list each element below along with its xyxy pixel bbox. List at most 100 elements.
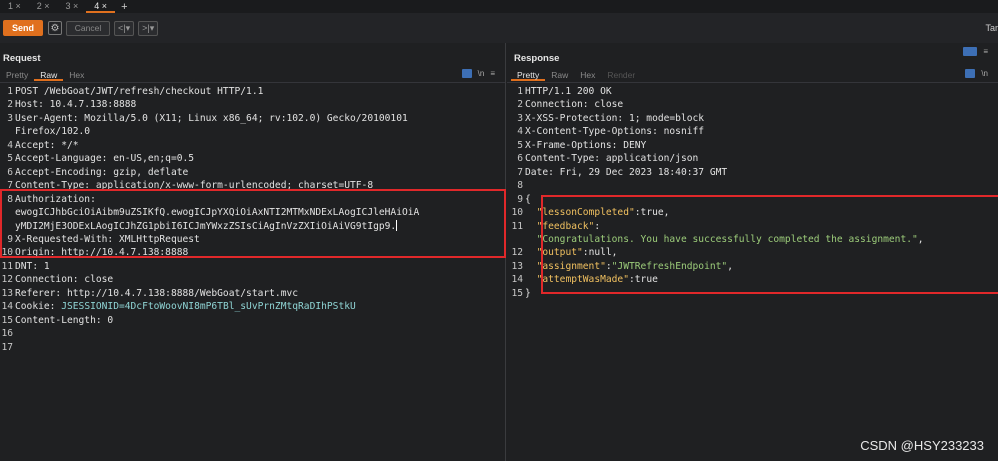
request-line: 10 Origin: http://10.4.7.138:8888 xyxy=(0,246,505,259)
response-line: 15} xyxy=(510,287,998,300)
request-line: 4 Accept: */* xyxy=(0,139,505,152)
line-number: 12 xyxy=(1,274,13,286)
line-number xyxy=(0,220,15,233)
response-tab-raw[interactable]: Raw xyxy=(545,69,574,81)
request-line: Firefox/102.0 xyxy=(0,125,505,138)
request-view-options: \n ≡ xyxy=(461,69,495,78)
repeater-tab-2[interactable]: 2 × xyxy=(29,0,58,13)
layout-split-icon[interactable] xyxy=(963,47,978,56)
line-text: Authorization: xyxy=(15,193,96,205)
layout-list-icon[interactable]: ≡ xyxy=(983,47,988,56)
line-text: Content-Length: 0 xyxy=(15,314,114,326)
line-number: 11 xyxy=(511,220,523,232)
line-number: 7 xyxy=(517,166,523,178)
json-comma: , xyxy=(663,207,670,219)
response-line: 4 X-Content-Type-Options: nosniff xyxy=(510,125,998,138)
send-button[interactable]: Send xyxy=(3,20,43,36)
line-number xyxy=(0,125,15,138)
forward-button[interactable]: >|▾ xyxy=(138,20,159,36)
watermark: CSDN @HSY233233 xyxy=(860,438,984,453)
wrap-toggle-icon[interactable] xyxy=(965,69,976,78)
line-text: Content-Type: application/json xyxy=(525,153,699,165)
line-text: Cookie: xyxy=(15,301,62,313)
json-key: "feedback" xyxy=(536,220,595,232)
line-number: 2 xyxy=(7,99,13,111)
request-line: 8 Authorization: xyxy=(0,193,505,206)
line-number: 1 xyxy=(517,86,523,97)
repeater-tab-1[interactable]: 1 × xyxy=(0,0,29,13)
line-text: Host: 10.4.7.138:8888 xyxy=(15,99,137,111)
json-value: "JWTRefreshEndpoint" xyxy=(611,260,728,272)
json-colon: : xyxy=(594,220,601,232)
response-tab-render[interactable]: Render xyxy=(601,69,641,81)
cancel-button[interactable]: Cancel xyxy=(66,20,110,36)
request-line: 16 xyxy=(0,327,505,340)
repeater-tab-4[interactable]: 4 × xyxy=(86,0,116,13)
json-line: 12 "output": null, xyxy=(510,246,998,259)
request-title: Request xyxy=(3,53,41,64)
divider xyxy=(0,82,505,83)
response-line: 1 HTTP/1.1 200 OK xyxy=(510,85,998,98)
response-line: 9{ xyxy=(510,193,998,206)
line-text: Firefox/102.0 xyxy=(15,126,91,138)
line-text: Accept: */* xyxy=(15,139,79,151)
gear-icon[interactable]: ⚙ xyxy=(48,21,62,35)
line-text: Accept-Language: en-US,en;q=0.5 xyxy=(15,153,195,165)
line-number: 10 xyxy=(1,247,13,259)
line-number: 14 xyxy=(1,301,13,313)
response-tab-pretty[interactable]: Pretty xyxy=(511,69,546,81)
target-label[interactable]: Tar xyxy=(985,23,998,33)
line-text: yMDI2MjE3ODExLAogICJhZG1pbiI6ICJmYWxzZSI… xyxy=(15,220,397,232)
response-title: Response xyxy=(514,53,560,64)
line-text: Referer: http://10.4.7.138:8888/WebGoat/… xyxy=(15,287,299,299)
request-line: 3 User-Agent: Mozilla/5.0 (X11; Linux x86… xyxy=(0,112,505,125)
request-editor[interactable]: 1 POST /WebGoat/JWT/refresh/checkout HTTP… xyxy=(0,85,505,354)
layout-options: ≡ xyxy=(963,47,988,56)
line-text: { xyxy=(525,193,531,205)
request-tab-hex[interactable]: Hex xyxy=(63,69,90,81)
new-tab-button[interactable]: + xyxy=(115,1,133,13)
newline-toggle-icon[interactable]: \n xyxy=(981,69,988,78)
back-button[interactable]: <|▾ xyxy=(114,20,135,36)
line-text: Origin: http://10.4.7.138:8888 xyxy=(15,247,189,259)
wrap-toggle-icon[interactable] xyxy=(461,69,472,78)
request-tab-pretty[interactable]: Pretty xyxy=(0,69,34,81)
line-text: X-XSS-Protection: 1; mode=block xyxy=(525,112,705,124)
response-pane: Response Pretty Raw Hex Render ≡ \n 1 HTT… xyxy=(507,43,998,461)
line-number: 4 xyxy=(7,139,13,151)
line-number: 3 xyxy=(517,112,523,124)
line-number: 10 xyxy=(511,207,523,219)
cookie-value: JSESSIONID=4DcFtoWoovNI8mP6TBl_sUvPrnZMt… xyxy=(61,301,356,313)
line-number xyxy=(510,233,525,246)
line-text: User-Agent: Mozilla/5.0 (X11; Linux x86_… xyxy=(15,112,408,124)
json-line: 11 "feedback": xyxy=(510,220,998,233)
newline-toggle-icon[interactable]: \n xyxy=(478,69,485,78)
request-tab-raw[interactable]: Raw xyxy=(34,69,64,81)
line-number: 17 xyxy=(1,341,13,353)
line-number: 15 xyxy=(1,314,13,326)
request-line: 12 Connection: close xyxy=(0,273,505,286)
line-text: Connection: close xyxy=(525,99,624,111)
line-number: 7 xyxy=(7,180,13,192)
request-line: 6 Accept-Encoding: gzip, deflate xyxy=(0,166,505,179)
request-line: ewogICJhbGciOiAibm9uZSIKfQ.ewogICJpYXQiO… xyxy=(0,206,505,219)
line-number: 14 xyxy=(511,274,523,286)
repeater-tab-3[interactable]: 3 × xyxy=(58,0,87,13)
menu-icon[interactable]: ≡ xyxy=(490,69,495,78)
request-line: 13 Referer: http://10.4.7.138:8888/WebGoa… xyxy=(0,287,505,300)
request-pane: Request Pretty Raw Hex \n ≡ 1 POST /WebGo… xyxy=(0,43,506,461)
response-subtabs: Pretty Raw Hex Render xyxy=(511,69,998,81)
line-text: DNT: 1 xyxy=(15,260,50,272)
line-number: 13 xyxy=(511,260,523,272)
response-tab-hex[interactable]: Hex xyxy=(574,69,601,81)
request-line: yMDI2MjE3ODExLAogICJhZG1pbiI6ICJmYWxzZSI… xyxy=(0,219,505,233)
line-number: 13 xyxy=(1,287,13,299)
json-comma: , xyxy=(727,260,733,272)
response-line: 3 X-XSS-Protection: 1; mode=block xyxy=(510,112,998,125)
line-text: X-Requested-With: XMLHttpRequest xyxy=(15,233,200,245)
line-number: 6 xyxy=(517,153,523,165)
